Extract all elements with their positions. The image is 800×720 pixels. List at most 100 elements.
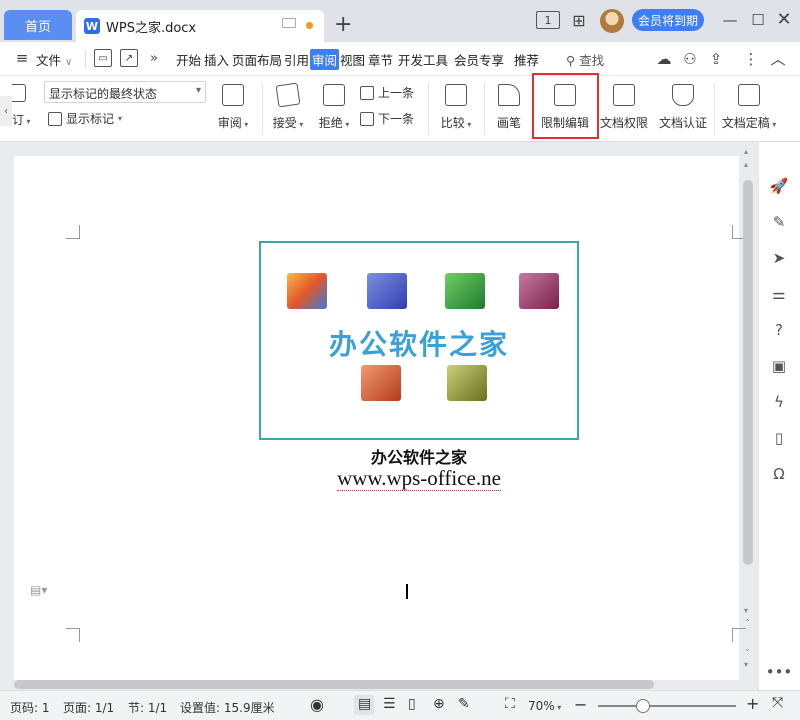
more-options-icon[interactable]: ⋮ — [744, 50, 759, 68]
home-tab[interactable]: 首页 — [4, 10, 72, 40]
show-markup-icon — [48, 111, 62, 126]
export-icon[interactable]: ↗ — [120, 49, 138, 67]
menu-bar: ≡ 文件 ∨ ▭ ↗ » 开始 插入 页面布局 引用 审阅 视图 章节 开发工具… — [0, 42, 800, 76]
word-cube-icon — [367, 273, 407, 309]
previous-page-icon[interactable]: ⌃ — [744, 618, 751, 627]
draw-icon[interactable]: ✎ — [458, 696, 470, 712]
reject-button[interactable]: 拒绝 ▾ — [316, 84, 352, 131]
eye-protection-icon[interactable]: ◉ — [310, 695, 324, 714]
margin-corner-bottom-left — [66, 628, 80, 642]
menu-start[interactable]: 开始 — [176, 50, 201, 69]
close-icon[interactable]: ✕ — [774, 8, 794, 30]
monitor-icon[interactable] — [282, 18, 296, 28]
setting-value[interactable]: 设置值: 15.9厘米 — [180, 699, 275, 716]
minimize-icon[interactable]: — — [720, 10, 740, 30]
compare-label: 比较 ▾ — [440, 116, 472, 130]
document-certify-button[interactable]: 文档认证 — [656, 84, 710, 131]
scroll-up-arrow-icon[interactable]: ▴ — [744, 160, 748, 169]
track-changes-label[interactable]: 订 ▾ — [12, 111, 31, 128]
menu-view[interactable]: 视图 — [340, 50, 365, 69]
image-tools-icon[interactable]: ▣ — [767, 354, 791, 378]
vertical-scrollbar-thumb[interactable] — [743, 180, 753, 565]
show-markup-button[interactable]: 显示标记 ▾ — [48, 110, 122, 127]
adjust-sliders-icon[interactable]: ⚌ — [767, 282, 791, 306]
menu-page-layout[interactable]: 页面布局 — [232, 50, 282, 69]
menu-reference[interactable]: 引用 — [284, 50, 309, 69]
scroll-up-icon[interactable]: ▴ — [744, 147, 748, 156]
menu-insert[interactable]: 插入 — [204, 50, 229, 69]
omega-symbol-icon[interactable]: Ω — [767, 462, 791, 486]
zoom-level-value: 70% — [528, 699, 555, 713]
pen-button[interactable]: 画笔 — [494, 84, 524, 131]
member-expiring-button[interactable]: 会员将到期 — [632, 9, 704, 31]
next-icon — [360, 111, 374, 126]
next-change-button[interactable]: 下一条 — [360, 110, 414, 127]
menu-chapter[interactable]: 章节 — [368, 50, 393, 69]
fit-page-icon[interactable]: ⛶ — [505, 696, 515, 712]
menu-review[interactable]: 审阅 — [310, 49, 340, 70]
zoom-out-icon[interactable]: − — [574, 695, 587, 714]
new-tab-button[interactable]: + — [334, 12, 352, 37]
publisher-cube-icon — [447, 365, 487, 401]
zoom-slider-knob[interactable] — [636, 699, 650, 713]
accept-button[interactable]: 接受 ▾ — [270, 82, 306, 131]
divider — [484, 83, 485, 135]
cloud-sync-icon[interactable]: ☁ — [654, 50, 674, 68]
next-page-icon[interactable]: ⌄ — [744, 644, 751, 653]
lightning-icon[interactable]: ϟ — [767, 390, 791, 414]
paragraph-options-icon[interactable]: ▤▾ — [30, 583, 47, 597]
menu-recommend[interactable]: 推荐 — [514, 50, 539, 69]
web-view-icon[interactable]: ⊕ — [433, 696, 445, 712]
file-menu[interactable]: 文件 ∨ — [36, 50, 72, 69]
accept-label: 接受 ▾ — [272, 116, 304, 130]
fullscreen-icon[interactable]: ⤧ — [772, 695, 783, 711]
logo-caption: 办公软件之家 — [370, 448, 467, 467]
share-icon[interactable]: ⇪ — [706, 50, 726, 68]
zoom-in-icon[interactable]: + — [746, 694, 759, 713]
rocket-icon[interactable]: 🚀 — [767, 174, 791, 198]
zoom-slider-track[interactable] — [598, 705, 736, 707]
horizontal-scrollbar-thumb[interactable] — [14, 680, 654, 689]
save-icon[interactable]: ▭ — [94, 49, 112, 67]
scroll-down-arrow-icon[interactable]: ▾ — [744, 660, 748, 669]
menu-member[interactable]: 会员专享 — [454, 50, 504, 69]
markup-state-select[interactable]: 显示标记的最终状态 — [44, 81, 206, 103]
dropdown-arrow-icon: ▾ — [118, 114, 123, 123]
apps-grid-icon[interactable]: ⊞ — [568, 9, 590, 31]
edit-pen-icon[interactable]: ✎ — [767, 210, 791, 234]
outline-view-icon[interactable]: ☰ — [383, 696, 396, 712]
select-cursor-icon[interactable]: ➤ — [767, 246, 791, 270]
zoom-level-dropdown[interactable]: 70% ▾ — [528, 699, 561, 713]
page-badge-icon[interactable]: 1 — [536, 11, 560, 29]
more-chevron-icon[interactable]: » — [146, 49, 162, 67]
ribbon-scroll-left-icon[interactable]: ‹ — [0, 96, 12, 126]
compare-button[interactable]: 比较 ▾ — [438, 84, 474, 131]
reading-view-icon[interactable]: ▯ — [408, 696, 416, 712]
help-icon[interactable]: ? — [767, 318, 791, 342]
share-user-icon[interactable]: ⚇ — [680, 50, 700, 68]
text-cursor — [406, 584, 408, 599]
search-box[interactable]: ⚲ 查找 — [566, 50, 604, 69]
review-button[interactable]: 审阅 ▾ — [216, 84, 250, 131]
website-url: www.wps-office.ne — [260, 466, 578, 491]
next-label: 下一条 — [378, 112, 415, 126]
collapse-ribbon-icon[interactable]: ︿ — [768, 49, 788, 68]
page-number[interactable]: 页码: 1 — [10, 699, 50, 716]
dropdown-arrow-icon: ▾ — [24, 117, 31, 126]
avatar[interactable] — [600, 9, 624, 33]
section-count[interactable]: 节: 1/1 — [128, 699, 167, 716]
scroll-down-icon[interactable]: ▾ — [744, 606, 748, 615]
page-count[interactable]: 页面: 1/1 — [63, 699, 114, 716]
maximize-icon[interactable]: ☐ — [748, 10, 768, 30]
menu-developer[interactable]: 开发工具 — [398, 50, 448, 69]
book-icon[interactable]: ▯ — [767, 426, 791, 450]
document-finalize-button[interactable]: 文档定稿 ▾ — [720, 84, 778, 131]
document-permission-button[interactable]: 文档权限 — [598, 84, 650, 131]
office-logo-image[interactable]: 办公软件之家 — [259, 241, 579, 440]
page-view-icon[interactable]: ▤ — [358, 696, 371, 712]
more-dots-icon[interactable]: ••• — [766, 660, 793, 684]
pen-label: 画笔 — [496, 116, 521, 130]
previous-change-button[interactable]: 上一条 — [360, 84, 414, 101]
track-changes-icon[interactable] — [12, 84, 26, 102]
hamburger-menu-icon[interactable]: ≡ — [14, 49, 30, 67]
